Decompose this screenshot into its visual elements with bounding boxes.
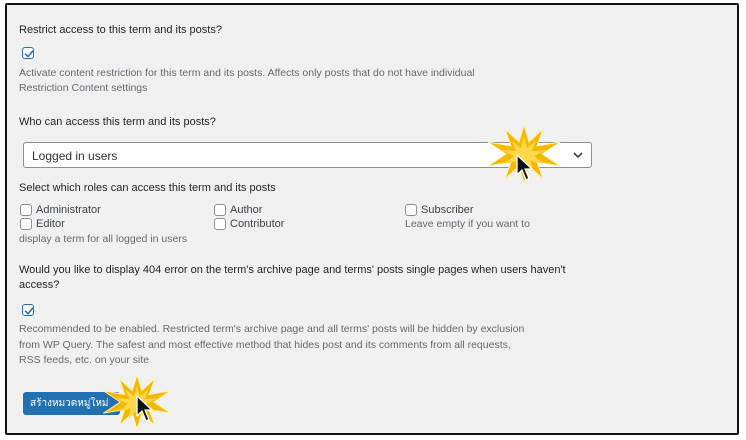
mouse-cursor-icon (136, 395, 153, 422)
role-checkbox-subscriber[interactable] (405, 204, 417, 216)
error404-description-line2: from WP Query. The safest and most effec… (19, 339, 511, 351)
error404-checkbox[interactable] (22, 304, 34, 316)
roles-hint-part1: Leave empty if you want to (405, 218, 530, 230)
role-label-author: Author (230, 204, 263, 216)
role-label-administrator: Administrator (36, 204, 101, 216)
error404-label-line1: Would you like to display 404 error on t… (19, 264, 566, 276)
error404-label-line2: access? (19, 279, 60, 291)
restrict-access-description-line1: Activate content restriction for this te… (19, 67, 475, 79)
role-label-editor: Editor (36, 218, 65, 230)
restrict-access-checkbox[interactable] (22, 47, 34, 59)
check-icon (24, 307, 34, 315)
roles-hint-part2: display a term for all logged in users (19, 233, 188, 245)
access-select-label: Who can access this term and its posts? (19, 116, 216, 128)
error404-description-line3: RSS feeds, etc. on your site (19, 354, 150, 366)
role-checkbox-editor[interactable] (20, 218, 32, 230)
restrict-access-description-line2: Restriction Content settings (19, 82, 148, 94)
role-label-contributor: Contributor (230, 218, 285, 230)
access-select-value: Logged in users (32, 149, 118, 163)
restrict-access-label: Restrict access to this term and its pos… (19, 24, 222, 36)
role-checkbox-author[interactable] (214, 204, 226, 216)
role-checkbox-contributor[interactable] (214, 218, 226, 230)
check-icon (24, 50, 34, 58)
roles-label: Select which roles can access this term … (19, 182, 276, 194)
chevron-down-icon (573, 152, 583, 159)
role-checkbox-administrator[interactable] (20, 204, 32, 216)
mouse-cursor-icon (516, 154, 533, 181)
role-label-subscriber: Subscriber (421, 204, 474, 216)
error404-description-line1: Recommended to be enabled. Restricted te… (19, 323, 525, 335)
term-restriction-panel: Restrict access to this term and its pos… (5, 3, 739, 435)
